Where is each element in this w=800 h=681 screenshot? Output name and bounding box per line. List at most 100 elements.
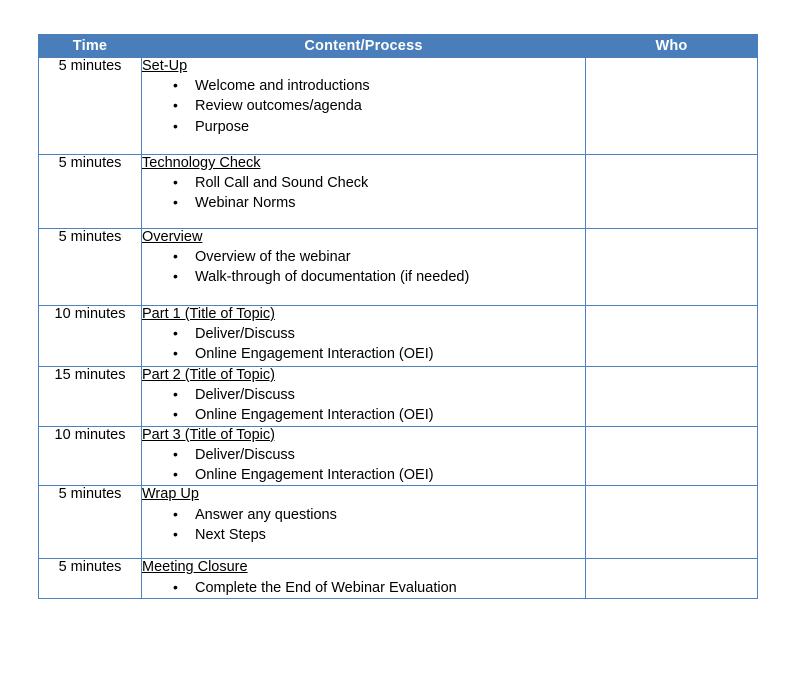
agenda-bullet-item: • Review outcomes/agenda <box>142 96 585 116</box>
agenda-bullet-item: • Online Engagement Interaction (OEI) <box>142 344 585 364</box>
agenda-bullet-label: Roll Call and Sound Check <box>195 175 369 192</box>
agenda-bullet-label: Online Engagement Interaction (OEI) <box>195 407 434 424</box>
agenda-bullet-item: • Overview of the webinar <box>142 247 585 267</box>
bullet-point-icon: • <box>173 345 178 362</box>
agenda-section-heading: Part 3 (Title of Topic) <box>142 426 275 443</box>
agenda-bullet-item: • Deliver/Discuss <box>142 324 585 344</box>
bullet-point-icon: • <box>173 406 178 423</box>
agenda-owner-cell[interactable] <box>585 485 758 560</box>
agenda-owner-cell[interactable] <box>585 558 758 599</box>
agenda-content-cell: Part 2 (Title of Topic) • Deliver/Discuss •… <box>141 366 586 427</box>
agenda-owner-cell[interactable] <box>585 57 758 155</box>
agenda-bullet-label: Purpose <box>195 118 250 135</box>
agenda-owner-cell[interactable] <box>585 154 758 229</box>
agenda-bullet-label: Next Steps <box>195 526 266 543</box>
agenda-bullet-list: • Deliver/Discuss • Online Engagement Inter… <box>142 445 585 486</box>
agenda-bullet-list: • Answer any questions • Next Steps <box>142 505 585 546</box>
agenda-section-heading: Part 2 (Title of Topic) <box>142 367 275 383</box>
agenda-owner-cell[interactable] <box>585 305 758 367</box>
bullet-point-icon: • <box>173 505 178 522</box>
bullet-point-icon: • <box>173 268 178 285</box>
column-header-content: Content/Process <box>141 34 586 58</box>
bullet-point-icon: • <box>173 386 178 403</box>
table-row: 5 minutes Technology Check • Roll Call and … <box>38 154 758 229</box>
agenda-content-cell: Wrap Up • Answer any questions • Next Steps <box>141 485 586 560</box>
agenda-duration-cell: 10 minutes <box>38 305 142 367</box>
agenda-bullet-item: • Online Engagement Interaction (OEI) <box>142 405 585 425</box>
agenda-bullet-label: Answer any questions <box>195 506 337 523</box>
agenda-bullet-item: • Next Steps <box>142 525 585 545</box>
agenda-section-heading: Part 1 (Title of Topic) <box>142 306 275 322</box>
table-row: 5 minutes Overview • Overview of the webina… <box>38 228 758 306</box>
agenda-bullet-item: • Complete the End of Webinar Evaluation <box>142 578 585 598</box>
agenda-duration-cell: 5 minutes <box>38 228 142 306</box>
agenda-bullet-label: Deliver/Discuss <box>195 446 295 463</box>
agenda-content-cell: Set-Up • Welcome and introductions • Review … <box>141 57 586 155</box>
agenda-bullet-item: • Answer any questions <box>142 505 585 525</box>
agenda-content-cell: Meeting Closure • Complete the End of Webi… <box>141 558 586 599</box>
agenda-bullet-label: Deliver/Discuss <box>195 387 295 404</box>
agenda-owner-cell[interactable] <box>585 366 758 427</box>
table-header: Time Content/Process Who <box>38 34 758 58</box>
agenda-bullet-item: • Purpose <box>142 117 585 137</box>
table-body: 5 minutes Set-Up • Welcome and introduction… <box>38 57 758 599</box>
agenda-bullet-item: • Deliver/Discuss <box>142 385 585 405</box>
agenda-section-heading: Wrap Up <box>142 486 199 503</box>
bullet-point-icon: • <box>173 97 178 114</box>
table-row: 5 minutes Wrap Up • Answer any questions • Ne… <box>38 485 758 560</box>
agenda-bullet-item: • Online Engagement Interaction (OEI) <box>142 465 585 485</box>
agenda-bullet-label: Review outcomes/agenda <box>195 98 362 115</box>
agenda-bullet-list: • Complete the End of Webinar Evaluation <box>142 578 585 598</box>
agenda-bullet-label: Welcome and introductions <box>195 78 370 95</box>
agenda-bullet-item: • Roll Call and Sound Check <box>142 173 585 193</box>
agenda-content-cell: Part 3 (Title of Topic) • Deliver/Discuss •… <box>141 425 586 487</box>
table-row: 5 minutes Set-Up • Welcome and introduction… <box>38 57 758 155</box>
agenda-bullet-label: Walk-through of documentation (if needed… <box>195 269 470 286</box>
agenda-bullet-label: Deliver/Discuss <box>195 326 295 343</box>
column-header-who: Who <box>585 34 758 58</box>
bullet-point-icon: • <box>173 117 178 134</box>
bullet-point-icon: • <box>173 325 178 342</box>
table-row: 10 minutes Part 1 (Title of Topic) • Delive… <box>38 305 758 367</box>
agenda-owner-cell[interactable] <box>585 228 758 306</box>
agenda-bullet-list: • Overview of the webinar • Walk-through of… <box>142 247 585 288</box>
agenda-bullet-list: • Deliver/Discuss • Online Engagement Inter… <box>142 324 585 365</box>
table-row: 15 minutes Part 2 (Title of Topic) • Delive… <box>38 366 758 427</box>
agenda-section-heading: Set-Up <box>142 58 188 74</box>
agenda-bullet-item: • Webinar Norms <box>142 193 585 213</box>
agenda-bullet-label: Webinar Norms <box>195 195 296 212</box>
agenda-bullet-item: • Deliver/Discuss <box>142 445 585 465</box>
agenda-content-cell: Part 1 (Title of Topic) • Deliver/Discuss •… <box>141 305 586 367</box>
agenda-duration-cell: 10 minutes <box>38 425 142 487</box>
agenda-content-cell: Technology Check • Roll Call and Sound Che… <box>141 154 586 229</box>
agenda-bullet-label: Overview of the webinar <box>195 249 351 266</box>
agenda-bullet-label: Online Engagement Interaction (OEI) <box>195 467 434 484</box>
bullet-point-icon: • <box>173 466 178 483</box>
agenda-owner-cell[interactable] <box>585 425 758 487</box>
agenda-bullet-label: Complete the End of Webinar Evaluation <box>195 579 457 596</box>
agenda-bullet-list: • Roll Call and Sound Check • Webinar Norms <box>142 173 585 214</box>
agenda-bullet-item: • Walk-through of documentation (if neede… <box>142 267 585 287</box>
agenda-bullet-item: • Welcome and introductions <box>142 76 585 96</box>
agenda-section-heading: Meeting Closure <box>142 559 248 576</box>
webinar-agenda-table: Time Content/Process Who 5 minutes Set-Up… <box>38 34 758 599</box>
agenda-duration-cell: 5 minutes <box>38 485 142 560</box>
agenda-duration-cell: 5 minutes <box>38 57 142 155</box>
bullet-point-icon: • <box>173 525 178 542</box>
agenda-content-cell: Overview • Overview of the webinar • Walk-th… <box>141 228 586 306</box>
column-header-time: Time <box>38 34 142 58</box>
agenda-bullet-label: Online Engagement Interaction (OEI) <box>195 346 434 363</box>
bullet-point-icon: • <box>173 445 178 462</box>
table-header-row: Time Content/Process Who <box>38 34 758 58</box>
bullet-point-icon: • <box>173 174 178 191</box>
bullet-point-icon: • <box>173 578 178 595</box>
table-row: 10 minutes Part 3 (Title of Topic) • Delive… <box>38 425 758 487</box>
agenda-duration-cell: 5 minutes <box>38 558 142 599</box>
bullet-point-icon: • <box>173 248 178 265</box>
bullet-point-icon: • <box>173 194 178 211</box>
table-row: 5 minutes Meeting Closure • Complete the En… <box>38 558 758 599</box>
bullet-point-icon: • <box>173 77 178 94</box>
agenda-bullet-list: • Welcome and introductions • Review outcom… <box>142 76 585 137</box>
agenda-section-heading: Overview <box>142 229 203 245</box>
agenda-section-heading: Technology Check <box>142 155 261 171</box>
